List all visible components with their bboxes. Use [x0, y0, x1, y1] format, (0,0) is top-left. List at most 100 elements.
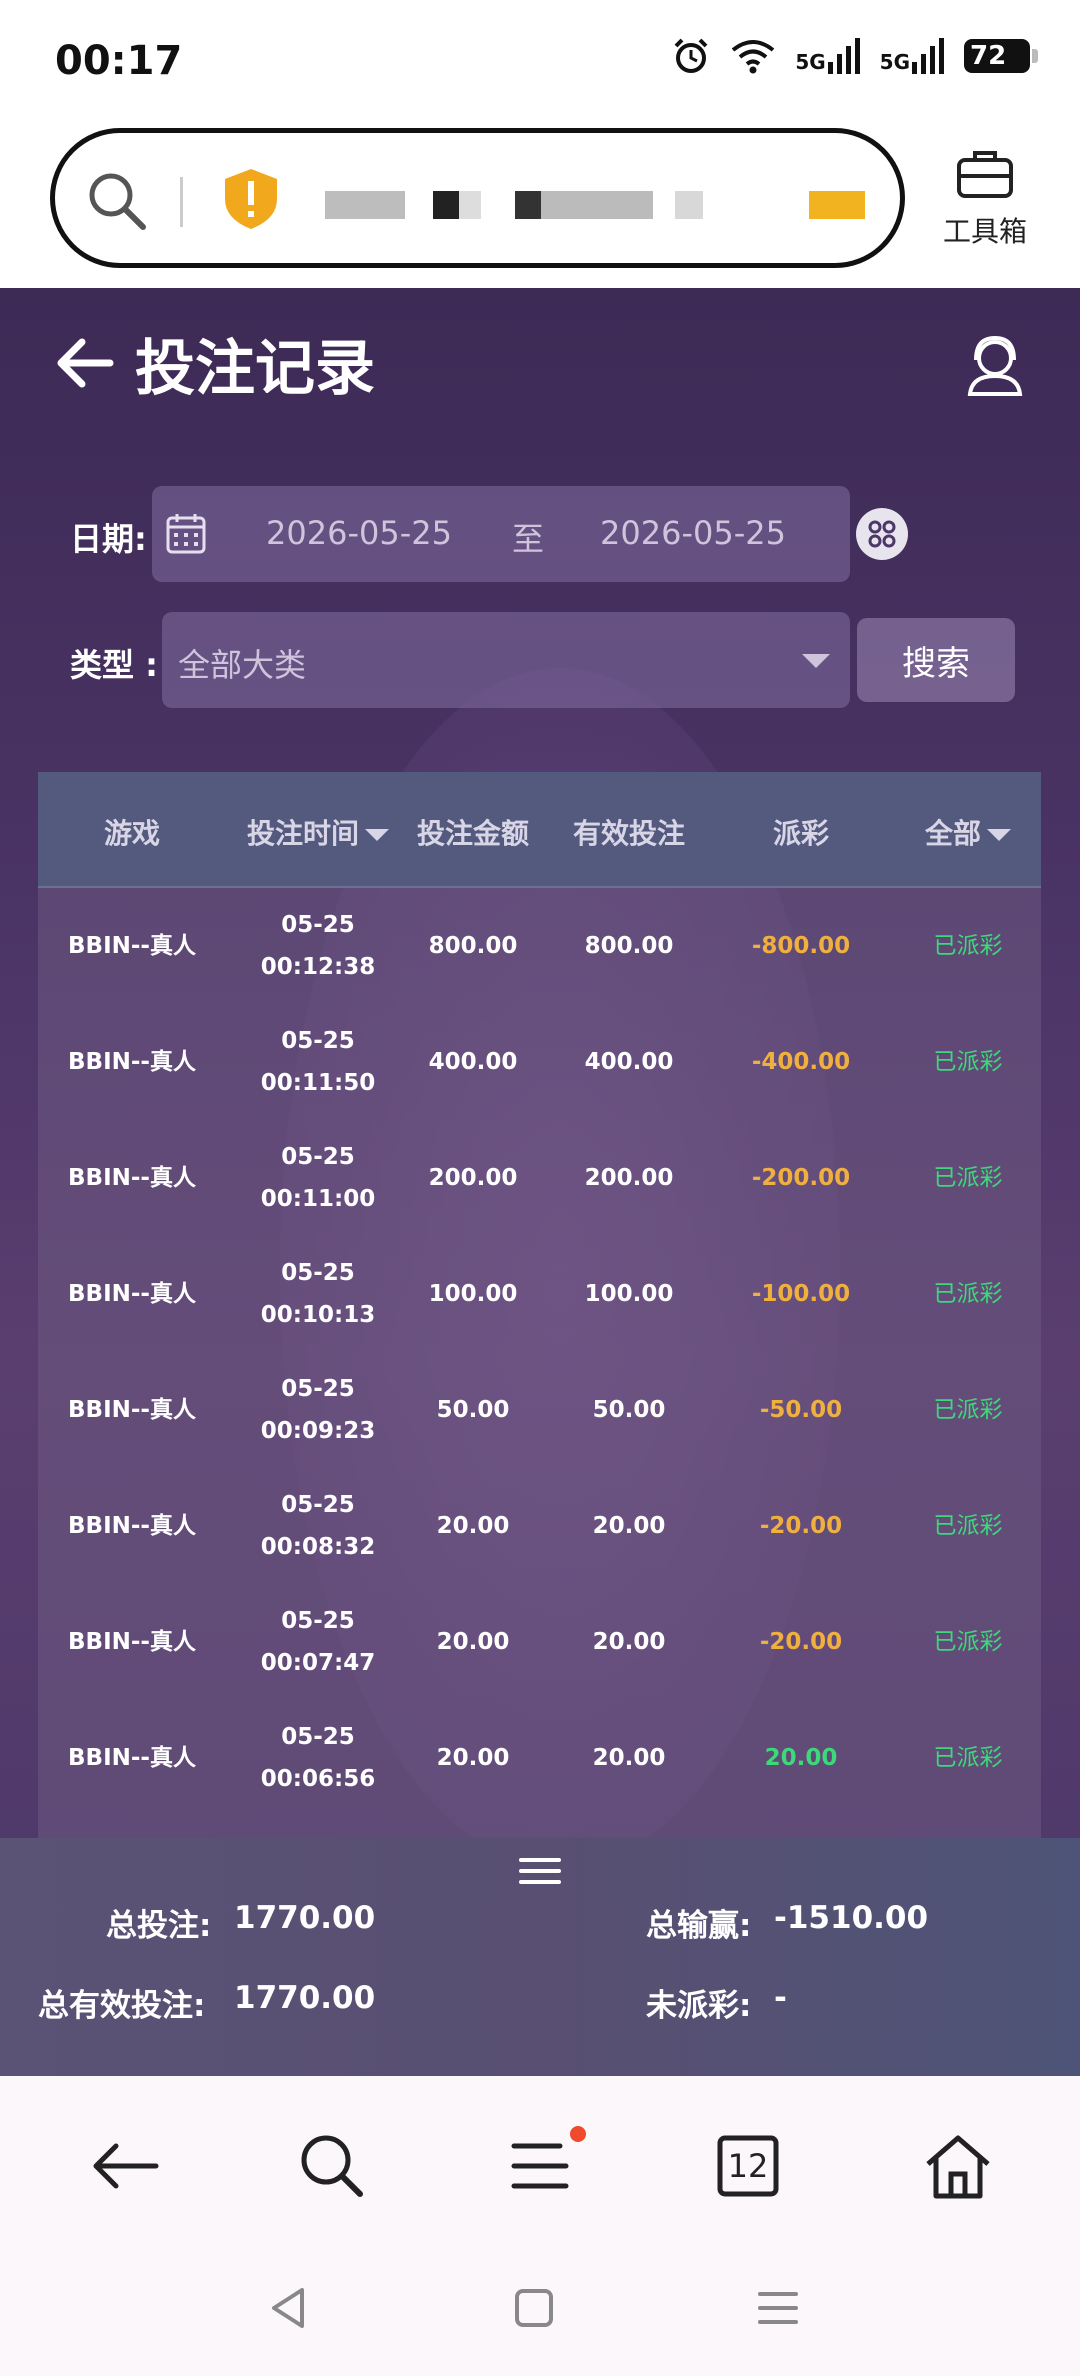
- system-nav-bar: [0, 2244, 1080, 2376]
- column-header-status-label: 全部: [924, 817, 981, 850]
- cell-time: 00:11:50: [260, 1070, 376, 1096]
- cell-amount: 20.00: [436, 1629, 510, 1655]
- type-select-value: 全部大类: [178, 646, 307, 684]
- signal-icon-2: [912, 38, 944, 74]
- date-to-value[interactable]: 2026-05-25: [600, 514, 786, 552]
- table-row[interactable]: BBIN--真人 05-25 00:06:56 20.00 20.00 20.00…: [38, 1700, 1041, 1816]
- total-winloss-value: -1510.00: [774, 1900, 929, 1936]
- network-5g-label: 5G: [795, 50, 826, 74]
- cell-date: 05-25: [281, 1260, 355, 1286]
- total-bet-value: 1770.00: [234, 1900, 376, 1936]
- table-row[interactable]: BBIN--真人 05-25 00:07:47 20.00 20.00 -20.0…: [38, 1584, 1041, 1700]
- system-recents-icon[interactable]: [748, 2278, 808, 2338]
- cell-payout: -50.00: [759, 1397, 843, 1423]
- table-row[interactable]: BBIN--真人 05-25 00:11:00 200.00 200.00 -20…: [38, 1120, 1041, 1236]
- cell-game: BBIN--真人: [68, 1049, 196, 1075]
- cell-status: 已派彩: [933, 1165, 1003, 1191]
- column-header-status-filter[interactable]: 全部: [908, 812, 1028, 852]
- total-valid-label: 总有效投注:: [38, 1988, 206, 2024]
- tabs-button[interactable]: 12: [708, 2126, 788, 2206]
- cell-amount: 20.00: [436, 1513, 510, 1539]
- menu-icon[interactable]: [519, 1854, 561, 1888]
- table-row[interactable]: BBIN--真人 05-25 00:09:23 50.00 50.00 -50.0…: [38, 1352, 1041, 1468]
- unsettled-value: -: [774, 1980, 787, 2016]
- cell-payout: -800.00: [751, 933, 851, 959]
- signal-icon: [827, 38, 860, 74]
- network-type-label: 5G: [795, 38, 861, 74]
- table-row[interactable]: BBIN--真人 05-25 00:12:38 800.00 800.00 -80…: [38, 888, 1041, 1004]
- table-row[interactable]: BBIN--真人 05-25 00:10:13 100.00 100.00 -10…: [38, 1236, 1041, 1352]
- system-home-icon[interactable]: [504, 2278, 564, 2338]
- url-redacted-block: [515, 191, 541, 219]
- back-arrow-icon[interactable]: [50, 328, 120, 398]
- cell-amount: 100.00: [428, 1281, 518, 1307]
- cell-time: 00:11:00: [260, 1186, 376, 1212]
- status-time: 00:17: [55, 38, 183, 84]
- customer-service-icon[interactable]: [960, 330, 1030, 400]
- filter-caret-icon: [987, 829, 1011, 841]
- type-label: 类型 :: [70, 646, 158, 684]
- cell-game: BBIN--真人: [68, 1629, 196, 1655]
- cell-game: BBIN--真人: [68, 1397, 196, 1423]
- bet-records-page: 投注记录 日期: 2026-05-25 至 2026-05-25 类型 : 全部…: [0, 288, 1080, 2076]
- date-from-value[interactable]: 2026-05-25: [266, 514, 452, 552]
- table-row[interactable]: BBIN--真人 05-25 00:08:32 20.00 20.00 -20.0…: [38, 1468, 1041, 1584]
- total-bet-label: 总投注:: [106, 1908, 212, 1944]
- toolbox-icon: [957, 151, 1013, 198]
- cell-bet-time: 05-25 00:06:56: [228, 1700, 408, 1816]
- page-title: 投注记录: [135, 334, 375, 404]
- url-redacted-block: [675, 191, 703, 219]
- cell-time: 00:06:56: [260, 1766, 376, 1792]
- cell-valid-bet: 20.00: [592, 1745, 666, 1771]
- type-select[interactable]: 全部大类: [162, 612, 850, 708]
- battery-level: 72: [970, 41, 1007, 71]
- cell-game: BBIN--真人: [68, 1745, 196, 1771]
- search-icon[interactable]: [292, 2126, 372, 2206]
- url-divider: [180, 177, 183, 227]
- cell-date: 05-25: [281, 1376, 355, 1402]
- column-header-payout: 派彩: [736, 812, 866, 852]
- cell-date: 05-25: [281, 1608, 355, 1634]
- cell-bet-time: 05-25 00:11:00: [228, 1120, 408, 1236]
- browser-bottom-nav: 12: [0, 2076, 1080, 2244]
- date-range-field[interactable]: 2026-05-25 至 2026-05-25: [152, 486, 850, 582]
- cell-valid-bet: 800.00: [584, 933, 674, 959]
- notification-badge: [570, 2126, 586, 2142]
- cell-game: BBIN--真人: [68, 1165, 196, 1191]
- system-back-icon[interactable]: [258, 2278, 318, 2338]
- cell-payout: -20.00: [759, 1629, 843, 1655]
- cell-bet-time: 05-25 00:11:50: [228, 1004, 408, 1120]
- sort-caret-icon: [365, 829, 389, 841]
- cell-amount: 400.00: [428, 1049, 518, 1075]
- back-icon[interactable]: [84, 2126, 164, 2206]
- table-row[interactable]: BBIN--真人 05-25 00:11:50 400.00 400.00 -40…: [38, 1004, 1041, 1120]
- cell-status: 已派彩: [933, 1281, 1003, 1307]
- cell-game: BBIN--真人: [68, 1281, 196, 1307]
- quick-range-button[interactable]: [856, 508, 908, 560]
- network-type-label-2: 5G: [880, 38, 946, 74]
- tabs-count: 12: [727, 2147, 769, 2185]
- cell-status: 已派彩: [933, 933, 1003, 959]
- cell-date: 05-25: [281, 1492, 355, 1518]
- search-icon: [89, 173, 146, 230]
- cell-time: 00:10:13: [260, 1302, 376, 1328]
- column-header-amount-label: 投注金额: [416, 817, 529, 850]
- summary-panel: 总投注: 1770.00 总输赢: -1510.00 总有效投注: 1770.0…: [0, 1838, 1080, 2076]
- menu-icon[interactable]: [500, 2126, 580, 2206]
- url-redacted-block: [541, 191, 653, 219]
- toolbox-button[interactable]: 工具箱: [935, 148, 1035, 250]
- column-header-valid-bet: 有效投注: [564, 812, 694, 852]
- total-winloss-label: 总输赢:: [646, 1908, 752, 1944]
- toolbox-label: 工具箱: [942, 215, 1027, 248]
- column-header-bet-time[interactable]: 投注时间: [238, 812, 398, 852]
- cell-date: 05-25: [281, 1144, 355, 1170]
- home-icon[interactable]: [918, 2126, 998, 2206]
- cell-valid-bet: 100.00: [584, 1281, 674, 1307]
- cell-time: 00:07:47: [260, 1650, 376, 1676]
- search-button[interactable]: 搜索: [857, 618, 1015, 702]
- url-redacted-block: [809, 191, 865, 219]
- url-redacted-block: [459, 191, 481, 219]
- alarm-icon: [674, 38, 708, 73]
- url-input[interactable]: [50, 128, 905, 268]
- column-header-valid-label: 有效投注: [572, 817, 685, 850]
